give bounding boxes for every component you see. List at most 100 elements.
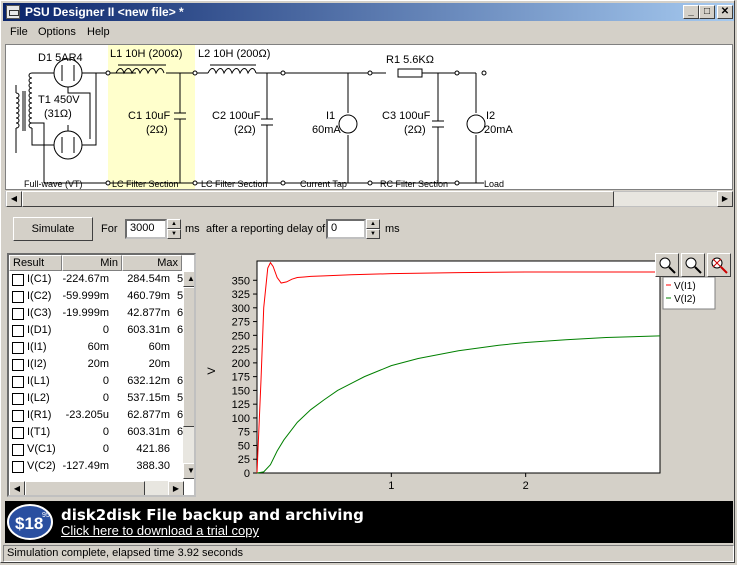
minimize-button[interactable]: _	[683, 5, 699, 19]
title-bar[interactable]: PSU Designer II <new file> * _ □ ✕	[3, 3, 734, 21]
arrow-up-icon: ▲	[187, 274, 195, 283]
section-label-current-tap[interactable]: Current Tap	[300, 179, 347, 189]
y-axis-label: V	[206, 367, 218, 375]
results-vertical-scrollbar[interactable]: ▲ ▼	[183, 271, 195, 479]
results-table[interactable]: Result Min Max I(C1) -224.67m 284.54m 5 I(C2…	[7, 253, 196, 497]
result-checkbox[interactable]	[12, 393, 24, 405]
scroll-up-button[interactable]: ▲	[183, 271, 195, 287]
section-label-fullwave[interactable]: Full-wave (VT)	[24, 179, 83, 189]
scroll-right-button[interactable]: ▶	[168, 481, 184, 495]
label-c3: C3 100uF	[382, 110, 431, 122]
results-horizontal-scrollbar[interactable]: ◀ ▶	[9, 481, 184, 495]
table-row[interactable]: I(C1) -224.67m 284.54m 5	[9, 271, 184, 288]
section-label-lc2[interactable]: LC Filter Section	[201, 179, 268, 189]
result-checkbox[interactable]	[12, 376, 24, 388]
table-row[interactable]: I(L2) 0 537.15m 5	[9, 390, 184, 407]
result-max: 460.79m	[127, 290, 170, 302]
y-tick-label: 350	[232, 275, 250, 287]
arrow-down-icon: ▼	[187, 466, 195, 475]
arrow-left-icon: ◀	[13, 484, 21, 493]
maximize-button[interactable]: □	[699, 5, 715, 19]
result-checkbox[interactable]	[12, 291, 24, 303]
zoom-reset-button[interactable]	[707, 253, 731, 277]
menu-options[interactable]: Options	[38, 26, 76, 38]
table-row[interactable]: I(C3) -19.999m 42.877m 6	[9, 305, 184, 322]
app-icon[interactable]	[6, 5, 20, 19]
column-header-result[interactable]: Result	[9, 255, 62, 271]
section-label-rc[interactable]: RC Filter Section	[380, 179, 448, 189]
y-tick-label: 0	[244, 468, 250, 480]
spin-up-icon[interactable]: ▲	[167, 219, 181, 229]
simulation-controls: Simulate For 3000 ▲ ▼ ms after a reportin…	[3, 210, 734, 248]
result-min: 0	[102, 324, 109, 336]
table-row[interactable]: I(C2) -59.999m 460.79m 5	[9, 288, 184, 305]
result-checkbox[interactable]	[12, 325, 24, 337]
plot-panel[interactable]: 0 25 50 75 100 125 150 175 200 225 250 275 300 325 350…	[201, 253, 732, 497]
zoom-in-icon	[659, 257, 676, 274]
section-label-lc1[interactable]: LC Filter Section	[112, 179, 179, 189]
result-min: 0	[102, 426, 109, 438]
result-checkbox[interactable]	[12, 410, 24, 422]
result-checkbox[interactable]	[12, 342, 24, 354]
table-row[interactable]: I(L1) 0 632.12m 6	[9, 373, 184, 390]
duration-spinner[interactable]: ▲ ▼	[167, 219, 181, 239]
spin-down-icon[interactable]: ▼	[167, 229, 181, 239]
ad-download-link[interactable]: Click here to download a trial copy	[61, 523, 259, 538]
table-row[interactable]: I(I1) 60m 60m	[9, 339, 184, 356]
spin-down-icon[interactable]: ▼	[366, 229, 380, 239]
table-row[interactable]: I(R1) -23.205u 62.877m 6	[9, 407, 184, 424]
arrow-right-icon: ▶	[721, 194, 729, 203]
scroll-thumb[interactable]	[22, 191, 614, 207]
duration-unit-label: ms	[185, 223, 200, 235]
scroll-right-button[interactable]: ▶	[717, 191, 733, 207]
result-min: 60m	[87, 341, 109, 353]
main-window: PSU Designer II <new file> * _ □ ✕ File …	[0, 0, 735, 563]
table-row[interactable]: I(I2) 20m 20m	[9, 356, 184, 373]
result-checkbox[interactable]	[12, 461, 24, 473]
menu-file[interactable]: File	[10, 26, 28, 38]
scroll-thumb[interactable]	[25, 481, 145, 495]
menu-bar: File Options Help	[3, 23, 734, 42]
advertisement-banner[interactable]: $18 95 disk2disk File backup and archivi…	[5, 501, 733, 543]
table-row[interactable]: V(C1) 0 421.86	[9, 441, 184, 458]
result-checkbox[interactable]	[12, 308, 24, 320]
label-t1: T1 450V	[38, 94, 80, 106]
scroll-left-button[interactable]: ◀	[9, 481, 25, 495]
close-button[interactable]: ✕	[717, 5, 733, 19]
table-row[interactable]: V(C2) -127.49m 388.30	[9, 458, 184, 475]
table-row[interactable]: I(D1) 0 603.31m 6	[9, 322, 184, 339]
simulate-button[interactable]: Simulate	[13, 217, 93, 241]
result-checkbox[interactable]	[12, 427, 24, 439]
duration-input[interactable]: 3000	[125, 219, 167, 239]
schematic-horizontal-scrollbar[interactable]: ◀ ▶	[5, 191, 733, 207]
label-d1: D1 5AR4	[38, 52, 83, 64]
result-checkbox[interactable]	[12, 444, 24, 456]
column-header-min[interactable]: Min	[62, 255, 122, 271]
result-name: I(C2)	[27, 290, 52, 302]
menu-help[interactable]: Help	[87, 26, 110, 38]
result-name: I(C1)	[27, 273, 52, 285]
scroll-down-button[interactable]: ▼	[183, 463, 195, 479]
delay-input[interactable]: 0	[326, 219, 366, 239]
schematic-panel[interactable]: D1 5AR4 T1 450V (31Ω) L1 10H (200Ω) C1 1…	[5, 44, 733, 190]
schematic-diagram: D1 5AR4 T1 450V (31Ω) L1 10H (200Ω) C1 1…	[15, 45, 513, 189]
scroll-left-button[interactable]: ◀	[6, 191, 22, 207]
result-checkbox[interactable]	[12, 359, 24, 371]
legend-entry: V(I2)	[674, 294, 696, 305]
delay-spinner[interactable]: ▲ ▼	[366, 219, 380, 239]
spin-up-icon[interactable]: ▲	[366, 219, 380, 229]
label-l1: L1 10H (200Ω)	[110, 48, 182, 60]
result-name: I(T1)	[27, 426, 51, 438]
table-row[interactable]: I(T1) 0 603.31m 6	[9, 424, 184, 441]
section-label-load[interactable]: Load	[484, 179, 504, 189]
zoom-in-button[interactable]	[655, 253, 679, 277]
result-checkbox[interactable]	[12, 274, 24, 286]
result-min: -127.49m	[62, 460, 109, 472]
zoom-out-button[interactable]	[681, 253, 705, 277]
result-max: 20m	[148, 358, 170, 370]
scroll-thumb[interactable]	[183, 287, 194, 427]
column-header-max[interactable]: Max	[122, 255, 182, 271]
window-title: PSU Designer II <new file> *	[25, 5, 184, 19]
y-tick-label: 250	[232, 330, 250, 342]
label-i2-value: 20mA	[484, 124, 513, 136]
